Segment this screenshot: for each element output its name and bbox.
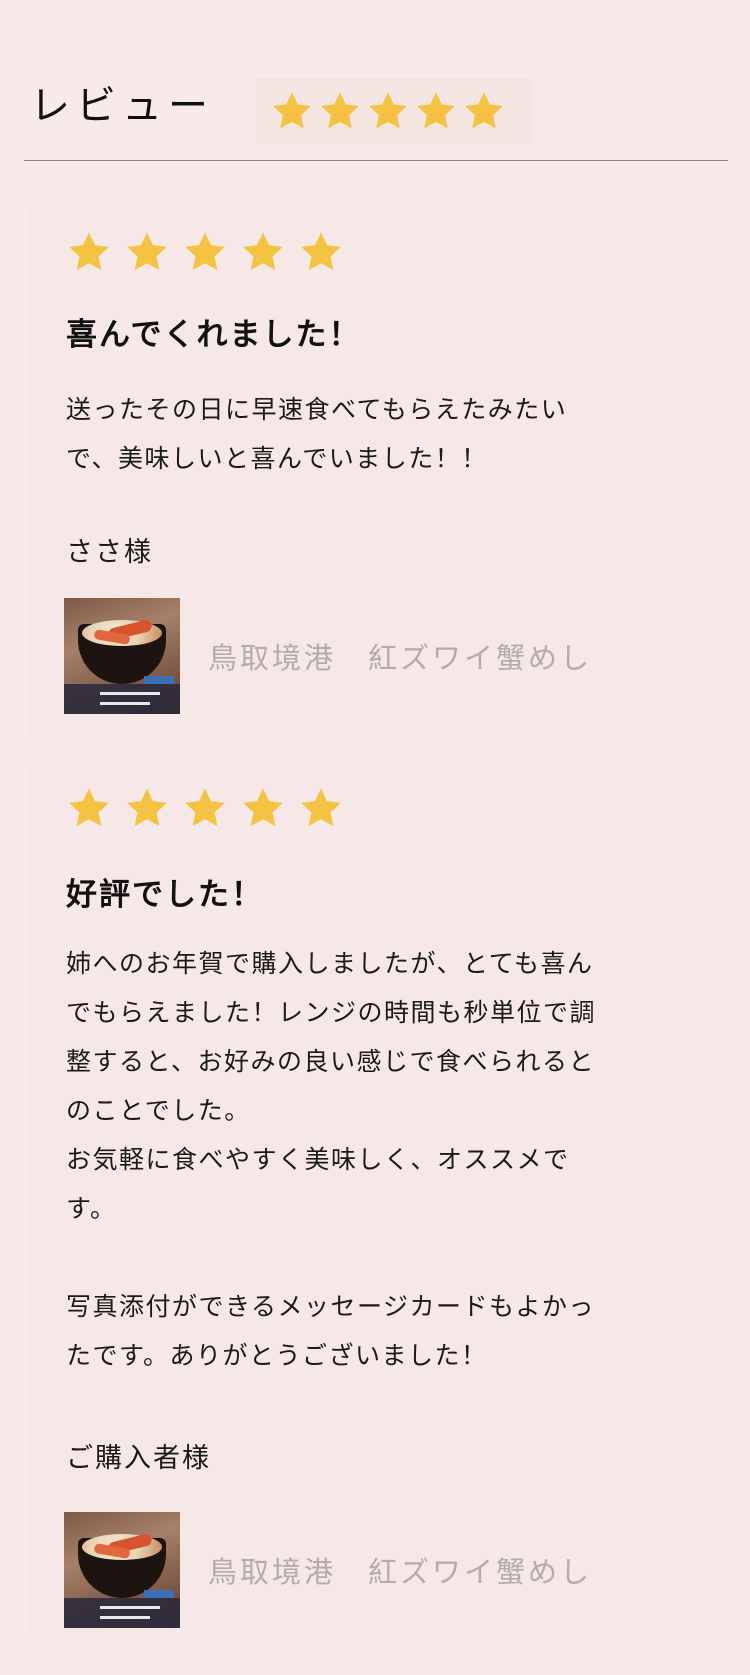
- star-icon: [182, 785, 228, 831]
- reviewed-product-link[interactable]: 鳥取境港 紅ズワイ蟹めし: [64, 1512, 592, 1628]
- product-thumbnail[interactable]: [64, 1512, 180, 1628]
- star-icon: [124, 785, 170, 831]
- average-rating-stars: [256, 78, 532, 144]
- star-icon: [318, 89, 362, 133]
- star-icon: [414, 89, 458, 133]
- reviews-page: レビュー 喜んでくれました！ 送ったその日に早速食べてもらえたみたい で、美味し…: [0, 0, 750, 1675]
- star-icon: [366, 89, 410, 133]
- review-card: 喜んでくれました！ 送ったその日に早速食べてもらえたみたい で、美味しいと喜んで…: [28, 207, 698, 742]
- review-card: 好評でした！ 姉へのお年賀で購入しましたが、とても喜ん でもらえました！レンジの…: [28, 763, 698, 1635]
- star-icon: [66, 785, 112, 831]
- star-icon: [298, 785, 344, 831]
- reviewed-product-link[interactable]: 鳥取境港 紅ズワイ蟹めし: [64, 598, 592, 714]
- review-title: 喜んでくれました！: [66, 317, 362, 353]
- star-icon: [66, 229, 112, 275]
- star-icon: [462, 89, 506, 133]
- review-rating-stars: [66, 229, 344, 275]
- header-divider: [24, 160, 728, 161]
- review-body: 送ったその日に早速食べてもらえたみたい で、美味しいと喜んでいました！！: [66, 395, 568, 473]
- star-icon: [182, 229, 228, 275]
- reviewer-name: ささ様: [66, 537, 153, 568]
- star-icon: [298, 229, 344, 275]
- star-icon: [240, 785, 286, 831]
- reviews-heading: レビュー: [30, 83, 214, 129]
- product-name[interactable]: 鳥取境港 紅ズワイ蟹めし: [208, 635, 592, 677]
- review-rating-stars: [66, 785, 344, 831]
- reviews-header: レビュー: [24, 78, 728, 161]
- star-icon: [240, 229, 286, 275]
- star-icon: [124, 229, 170, 275]
- product-name[interactable]: 鳥取境港 紅ズワイ蟹めし: [208, 1549, 592, 1591]
- product-thumbnail[interactable]: [64, 598, 180, 714]
- review-title: 好評でした！: [66, 877, 264, 913]
- star-icon: [270, 89, 314, 133]
- review-body: 姉へのお年賀で購入しましたが、とても喜ん でもらえました！レンジの時間も秒単位で…: [66, 949, 597, 1370]
- reviewer-name: ご購入者様: [66, 1443, 211, 1474]
